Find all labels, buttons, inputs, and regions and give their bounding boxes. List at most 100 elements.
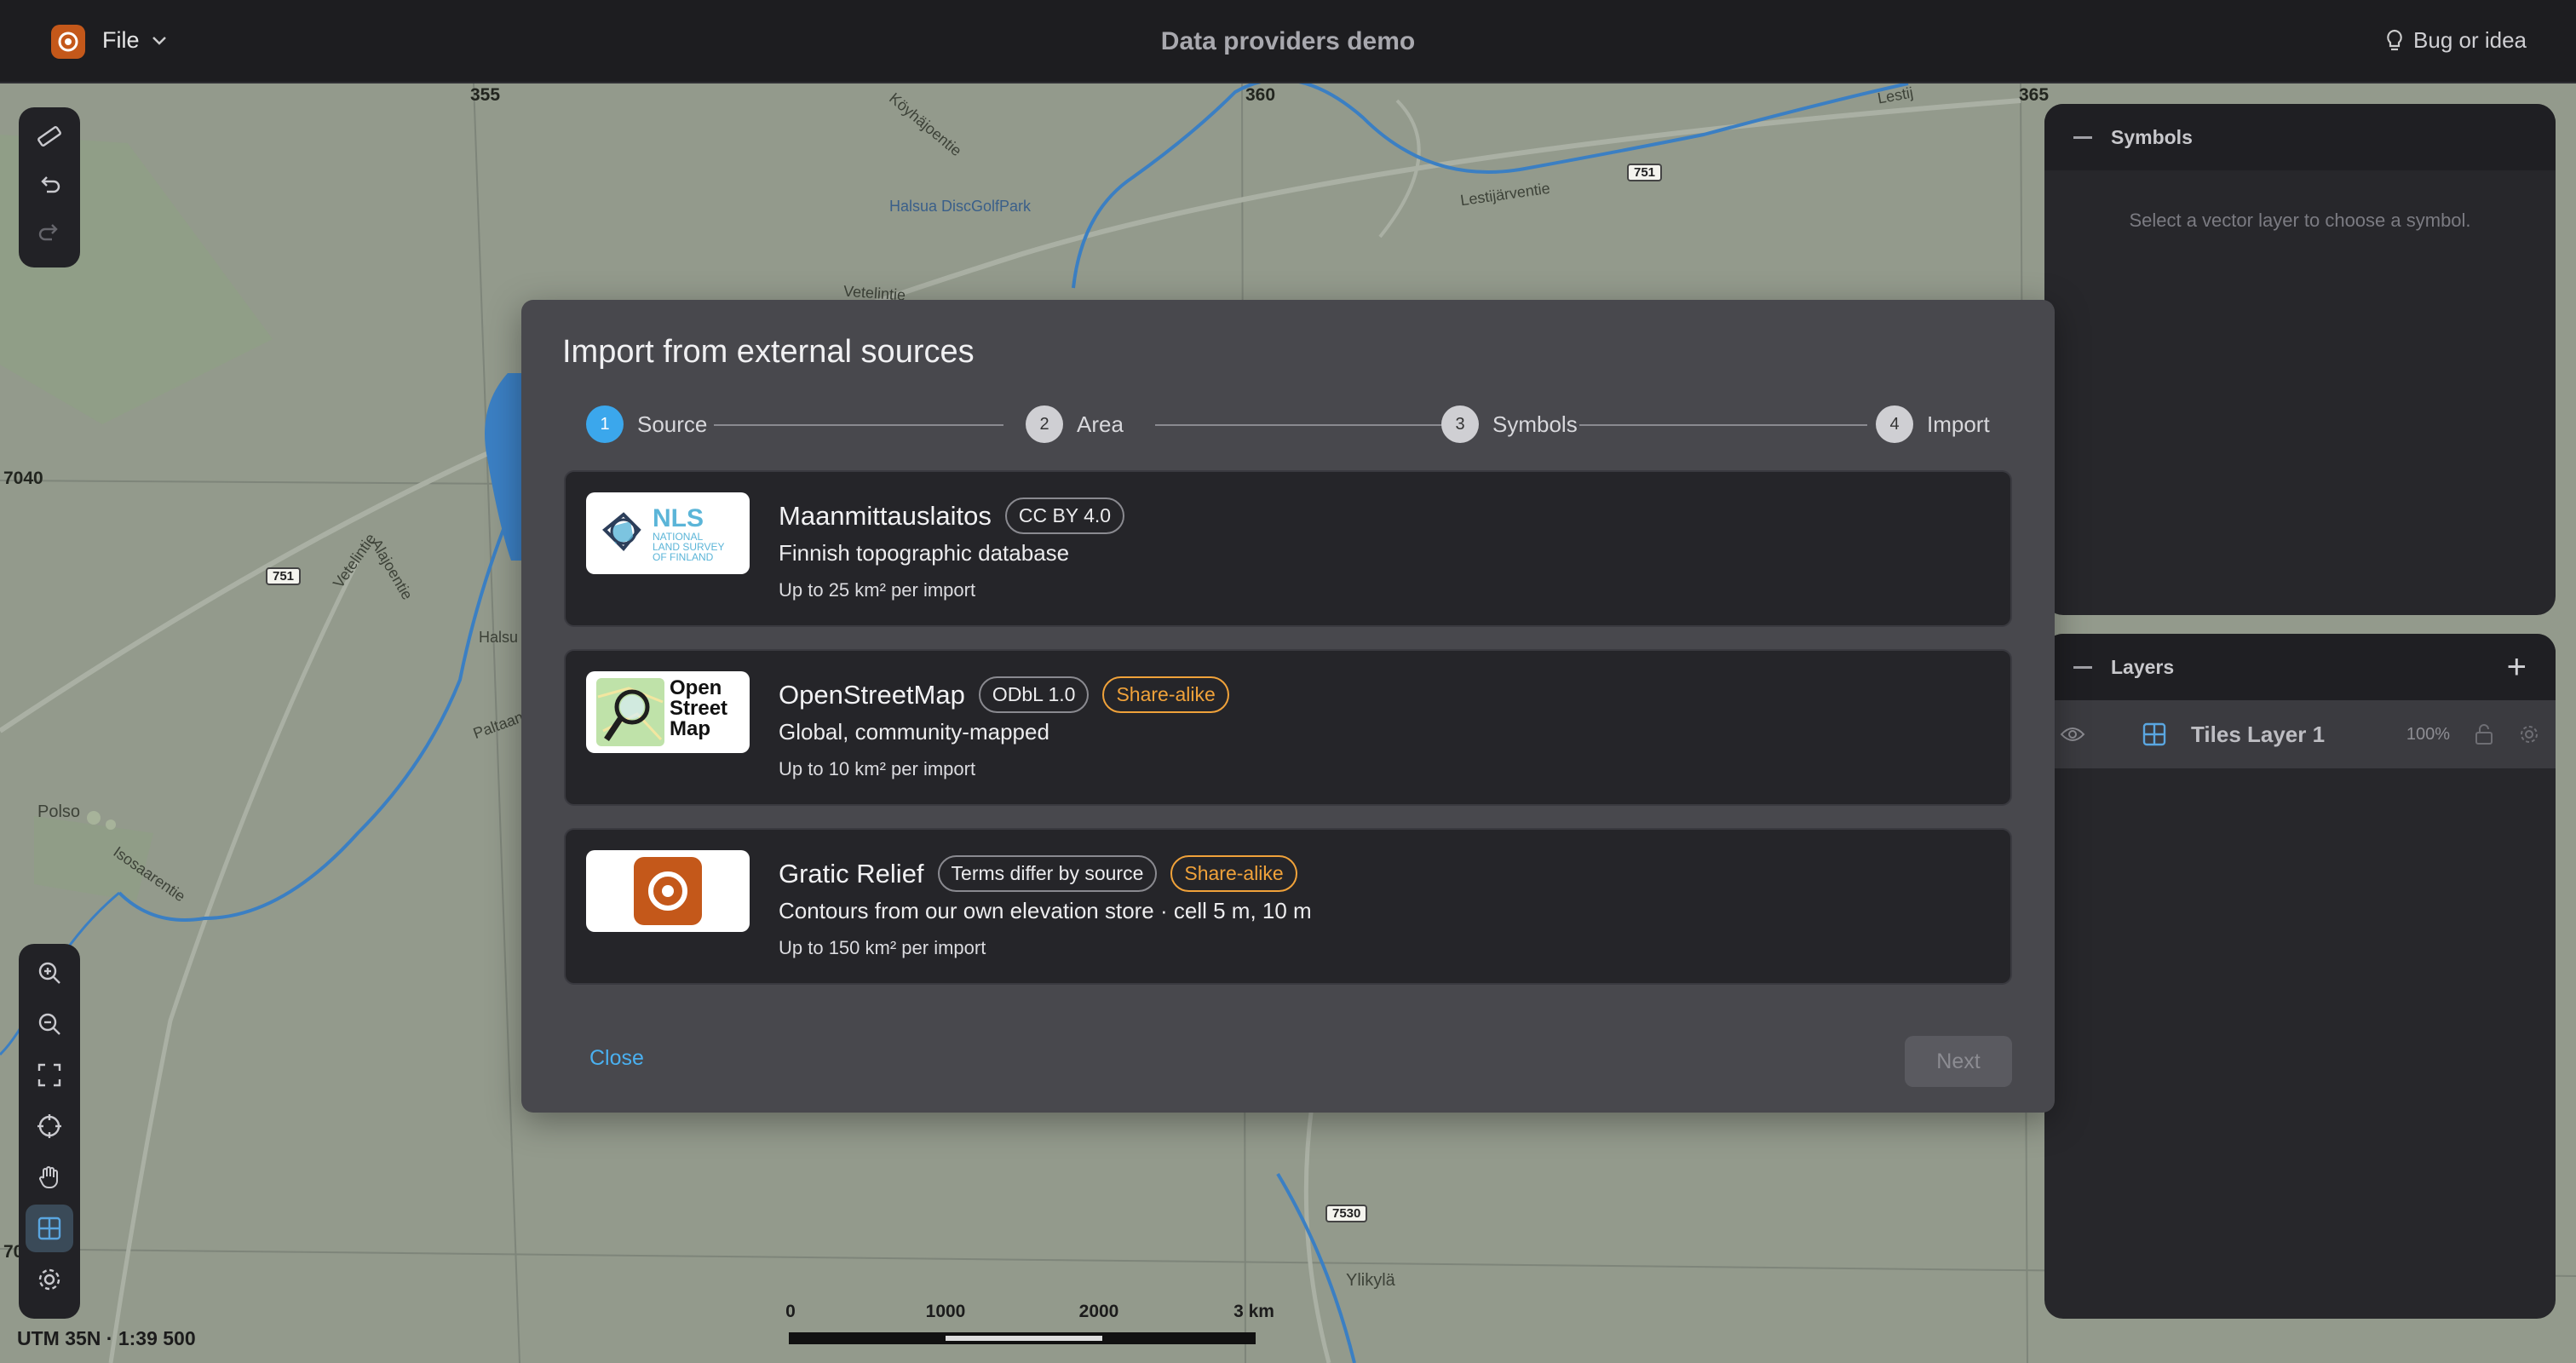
license-badge: ODbL 1.0 <box>978 676 1090 713</box>
provider-description: Contours from our own elevation store · … <box>779 898 1312 923</box>
crosshair-icon <box>37 1114 61 1138</box>
app-title: Data providers demo <box>1160 27 1416 55</box>
scale-tick-label: 0 <box>785 1302 796 1321</box>
map-place-label: Polso <box>37 802 81 821</box>
provider-description: Global, community-mapped <box>779 719 1049 745</box>
step-connector <box>1155 424 1443 426</box>
gratic-relief-logo <box>586 850 750 932</box>
scale-bar-track <box>789 1332 1256 1344</box>
grid-icon <box>37 1216 61 1240</box>
collapse-icon[interactable] <box>2073 665 2092 669</box>
layer-name: Tiles Layer 1 <box>2191 721 2326 747</box>
scale-tick-label: 2000 <box>1078 1302 1119 1321</box>
step-symbols: 3 Symbols <box>1441 405 1578 443</box>
grid-label: 7040 <box>3 469 43 488</box>
grid-label: 355 <box>470 85 501 105</box>
scale-tick-label: 1000 <box>925 1302 966 1321</box>
nls-logo-text: OF FINLAND <box>653 551 714 563</box>
provider-name: OpenStreetMap <box>779 679 965 710</box>
provider-limit: Up to 25 km² per import <box>779 579 976 601</box>
osm-logo: Open Street Map <box>586 671 750 753</box>
tiles-layer-button[interactable] <box>26 1205 73 1252</box>
eye-icon[interactable] <box>2060 726 2085 743</box>
road-number-badge: 751 <box>1627 164 1663 181</box>
map-place-label: Halsu <box>479 629 519 646</box>
step-connector <box>714 424 1003 426</box>
symbols-empty-message: Select a vector layer to choose a symbol… <box>2129 210 2471 231</box>
zoom-out-icon <box>38 1013 60 1035</box>
lock-icon[interactable] <box>2474 722 2494 746</box>
step-number: 3 <box>1441 405 1479 443</box>
road-number-badge: 751 <box>266 567 302 585</box>
zoom-out-button[interactable] <box>26 1000 73 1048</box>
step-number: 4 <box>1876 405 1913 443</box>
hand-icon <box>39 1166 58 1189</box>
symbols-panel: Symbols Select a vector layer to choose … <box>2044 104 2556 615</box>
redo-button[interactable] <box>26 208 73 256</box>
feedback-button[interactable]: Bug or idea <box>2386 27 2527 54</box>
step-number: 2 <box>1026 405 1063 443</box>
nls-logo: NLS NATIONAL LAND SURVEY OF FINLAND <box>586 492 750 574</box>
map-place-label: Halsua DiscGolfPark <box>889 198 1032 215</box>
step-area: 2 Area <box>1026 405 1124 443</box>
license-badge: CC BY 4.0 <box>1004 497 1125 534</box>
share-alike-badge: Share-alike <box>1102 676 1229 713</box>
osm-logo-text: Street <box>670 697 728 720</box>
provider-card-maanmittauslaitos[interactable]: NLS NATIONAL LAND SURVEY OF FINLAND Maan… <box>564 470 2012 627</box>
osm-logo-text: Map <box>670 717 710 740</box>
provider-limit: Up to 150 km² per import <box>779 937 986 958</box>
provider-name: Maanmittauslaitos <box>779 500 992 531</box>
panel-title: Layers <box>2111 655 2175 678</box>
grid-label: 360 <box>1245 85 1276 105</box>
step-source: 1 Source <box>586 405 707 443</box>
dialog-title: Import from external sources <box>562 334 975 370</box>
osm-logo-text: Open <box>670 676 722 699</box>
provider-description: Finnish topographic database <box>779 540 1070 566</box>
map-toolbox <box>19 944 80 1319</box>
layer-row[interactable]: Tiles Layer 1 100% <box>2044 700 2556 768</box>
road-number-badge: 7530 <box>1325 1205 1368 1222</box>
add-layer-button[interactable]: + <box>2507 648 2527 687</box>
provider-card-gratic-relief[interactable]: Gratic Relief Terms differ by source Sha… <box>564 828 2012 985</box>
scale-bar: 0 1000 2000 3 km <box>784 1302 1274 1353</box>
zoom-in-icon <box>38 962 60 984</box>
layers-panel: Layers + Tiles Layer 1 100% <box>2044 634 2556 1319</box>
locate-button[interactable] <box>26 1102 73 1150</box>
collapse-icon[interactable] <box>2073 135 2092 139</box>
step-label: Area <box>1077 411 1124 437</box>
provider-limit: Up to 10 km² per import <box>779 758 976 779</box>
map-place-label: Ylikylä <box>1346 1271 1395 1290</box>
provider-card-openstreetmap[interactable]: Open Street Map OpenStreetMap ODbL 1.0 S… <box>564 649 2012 806</box>
edit-toolbox <box>19 107 80 267</box>
grid-icon <box>2142 722 2166 746</box>
pan-button[interactable] <box>26 1153 73 1201</box>
step-label: Import <box>1927 411 1990 437</box>
ruler-icon <box>37 126 61 147</box>
layers-panel-header[interactable]: Layers + <box>2044 634 2556 700</box>
measure-button[interactable] <box>26 112 73 160</box>
gear-icon[interactable] <box>2518 723 2540 745</box>
import-dialog: Import from external sources 1 Source 2 … <box>521 300 2055 1113</box>
symbols-panel-header[interactable]: Symbols <box>2044 104 2556 170</box>
step-label: Symbols <box>1492 411 1578 437</box>
share-alike-badge: Share-alike <box>1170 855 1297 892</box>
zoom-in-button[interactable] <box>26 949 73 997</box>
gear-icon <box>38 1268 60 1291</box>
layer-opacity: 100% <box>2406 724 2450 744</box>
panel-title: Symbols <box>2111 125 2193 148</box>
redo-icon <box>38 224 58 241</box>
step-import: 4 Import <box>1876 405 1990 443</box>
step-number: 1 <box>586 405 624 443</box>
settings-button[interactable] <box>26 1256 73 1303</box>
undo-icon <box>41 176 60 193</box>
nls-logo-abbr: NLS <box>653 504 704 532</box>
fit-extent-button[interactable] <box>26 1051 73 1099</box>
fullscreen-icon <box>37 1063 61 1087</box>
grid-label: 365 <box>2019 85 2050 105</box>
undo-button[interactable] <box>26 160 73 208</box>
step-connector <box>1579 424 1867 426</box>
close-button[interactable]: Close <box>589 1046 644 1071</box>
feedback-label: Bug or idea <box>2413 27 2527 53</box>
lightbulb-icon <box>2387 29 2402 50</box>
next-button[interactable]: Next <box>1905 1036 2012 1087</box>
